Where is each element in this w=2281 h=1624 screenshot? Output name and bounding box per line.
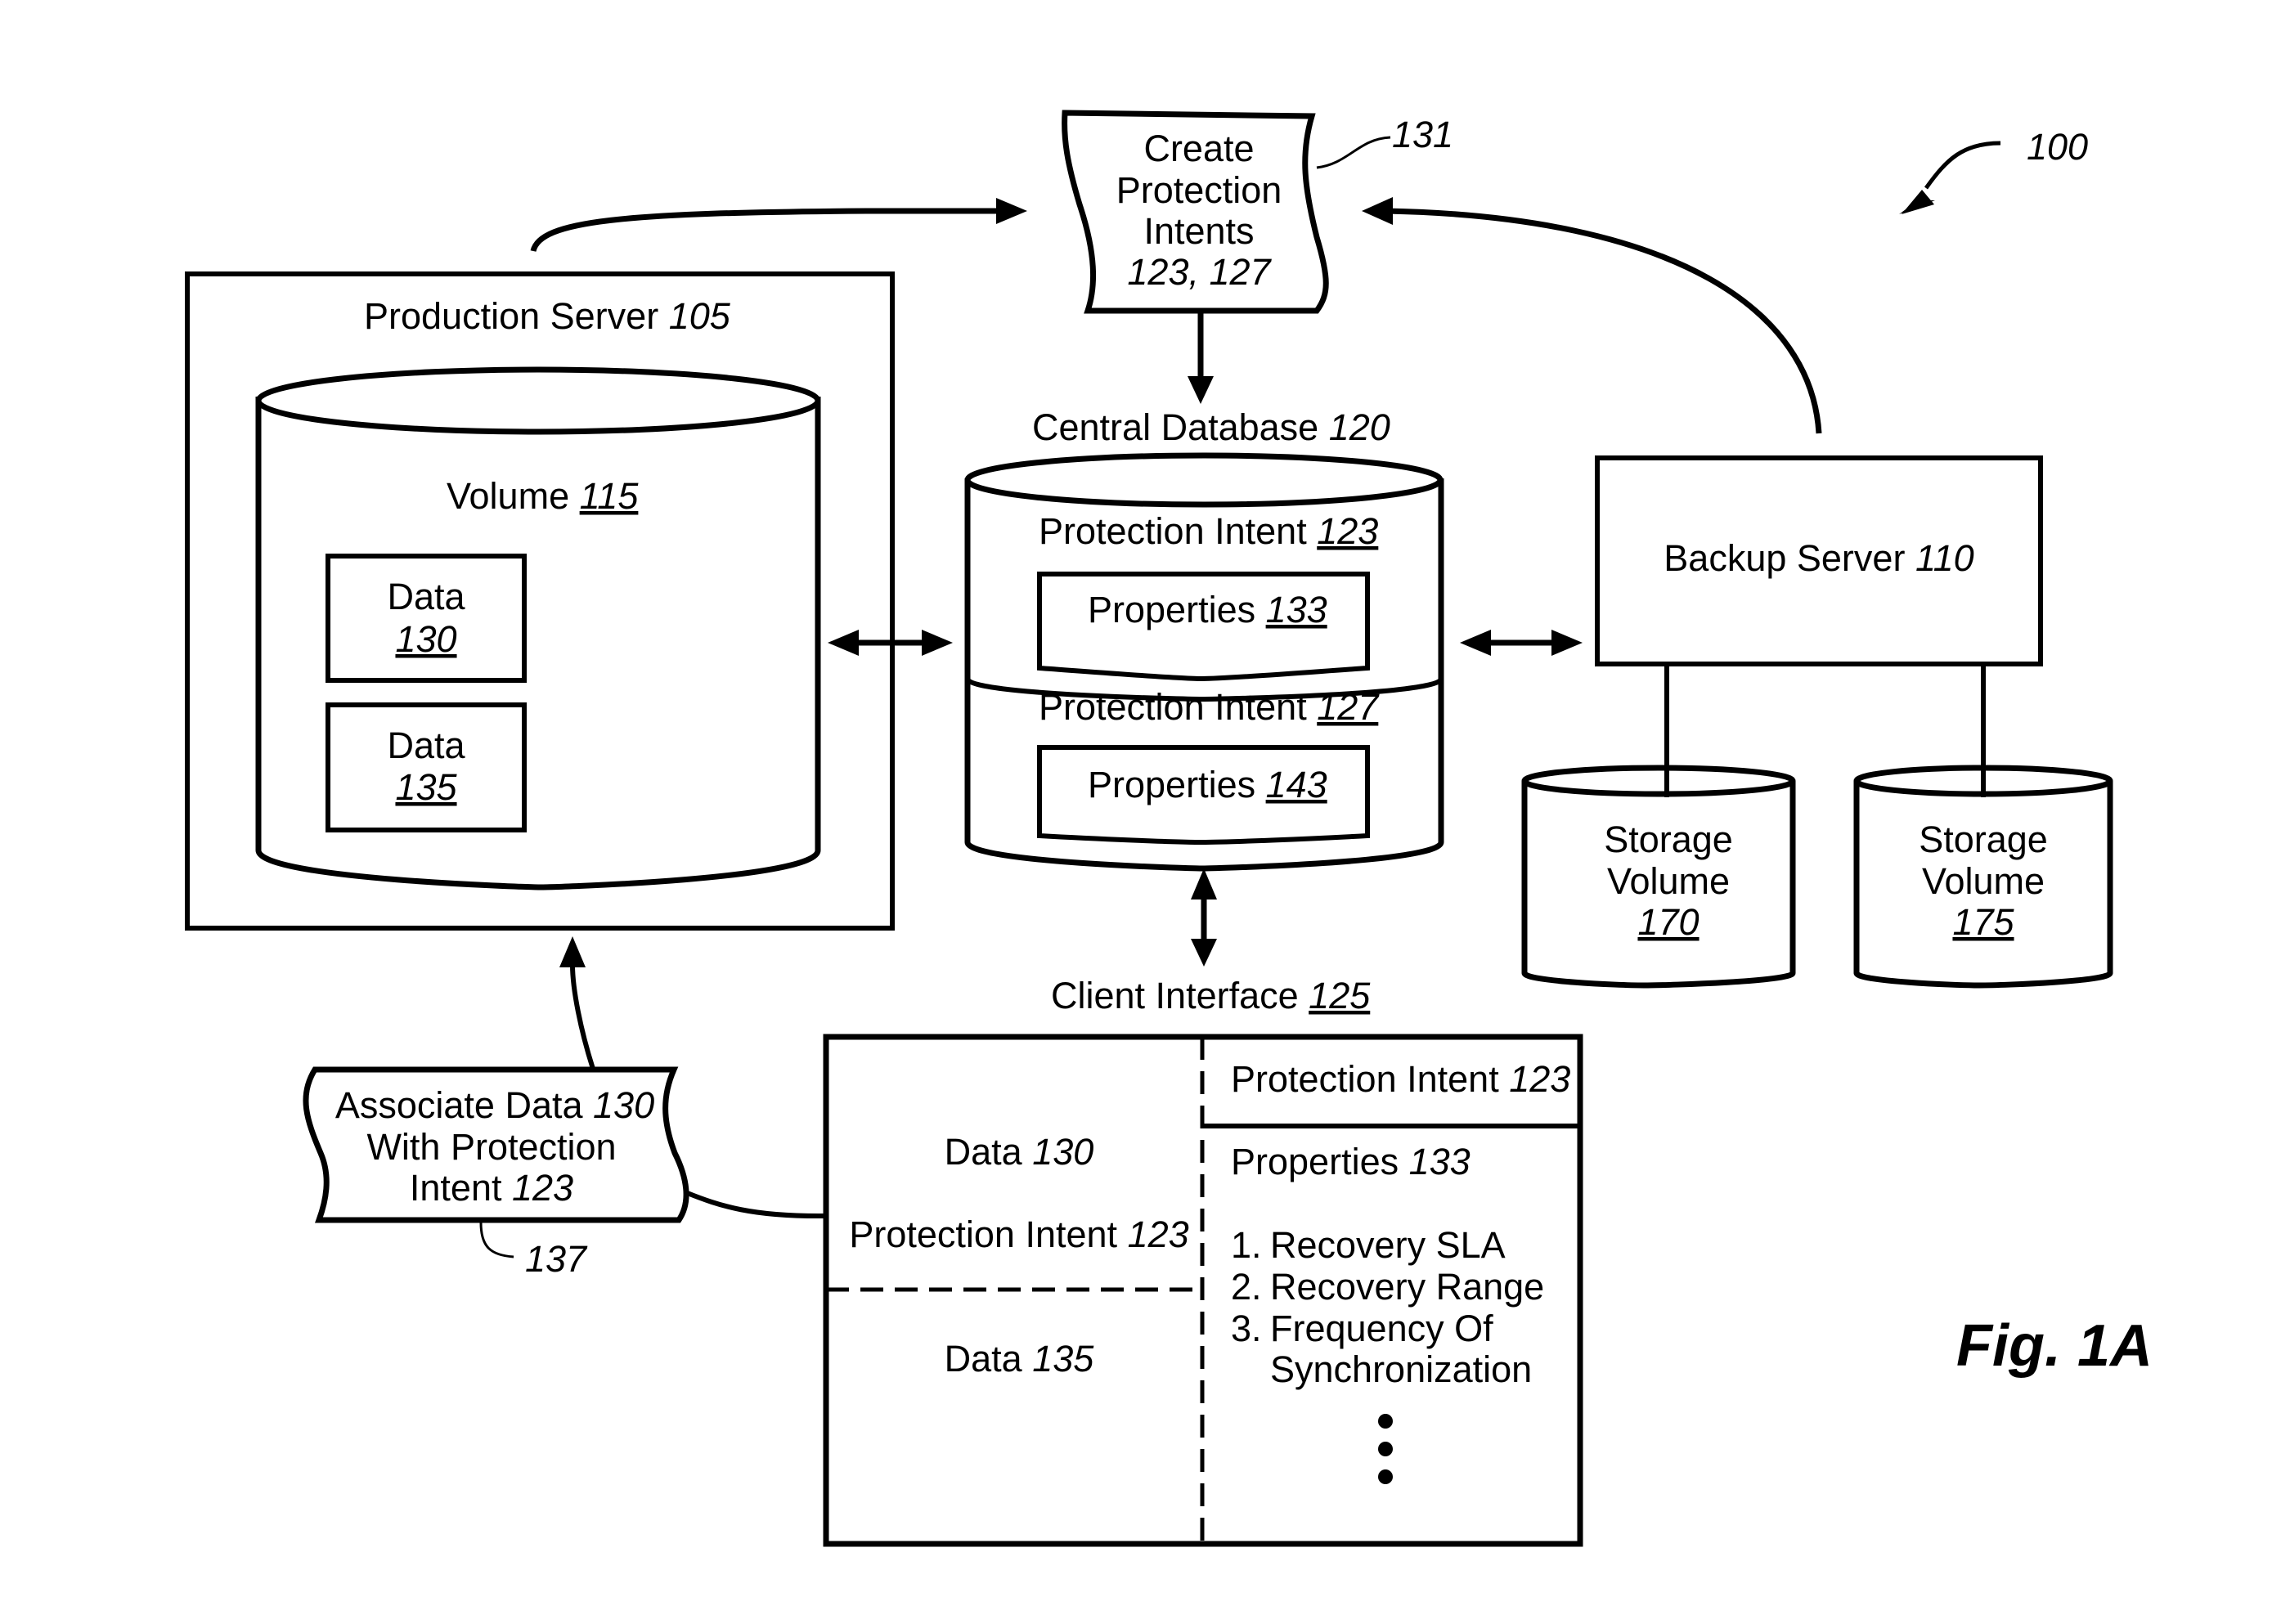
central-database-label: Central Database 120 — [1032, 406, 1390, 448]
storage-volume-170[interactable]: Storage Volume 170 — [1521, 765, 1796, 989]
data-130-label: Data 130 — [945, 1131, 1094, 1173]
arrow-line — [1385, 208, 1822, 434]
property-text: Recovery SLA — [1270, 1224, 1506, 1266]
property-text: Recovery Range — [1270, 1266, 1544, 1308]
create-intents-line1: Create — [1143, 128, 1254, 169]
storage-line2: Volume — [1922, 860, 2045, 902]
property-text: Frequency Of — [1270, 1308, 1493, 1349]
arrow-production-to-create — [530, 198, 1027, 253]
production-server-label: Production Server 105 — [364, 295, 731, 337]
property-text: Synchronization — [1270, 1348, 1532, 1390]
volume-cylinder-top — [255, 366, 821, 435]
data-label: Data — [387, 576, 465, 617]
arrow-associate-to-production — [570, 964, 595, 1070]
properties-label: Properties 143 — [1088, 764, 1327, 805]
storage-cylinder-top — [1521, 765, 1796, 797]
system-ref-label: 100 — [2027, 126, 2088, 168]
property-number: 3. — [1231, 1308, 1262, 1349]
create-intents-line2: Protection — [1116, 169, 1282, 211]
client-row-data-135[interactable]: Data 135 — [945, 1338, 1095, 1380]
data-item-130[interactable]: Data 130 — [326, 554, 527, 683]
storage-line2: Volume — [1607, 860, 1730, 902]
associate-line1: Associate Data 130 — [335, 1084, 654, 1126]
intent-label: Protection Intent 127 — [1039, 686, 1380, 728]
create-intents-callout-ref: 131 — [1392, 114, 1453, 155]
arrowhead-icon — [996, 198, 1027, 224]
arrow-backup-to-create — [1362, 197, 1822, 434]
data-135-label: Data 135 — [945, 1338, 1095, 1380]
property-item[interactable]: 1. Recovery SLA — [1231, 1224, 1506, 1266]
associate-line2: With Protection — [366, 1126, 616, 1168]
arrowhead-icon — [559, 936, 586, 967]
property-item[interactable]: 2. Recovery Range — [1231, 1266, 1544, 1308]
backup-server[interactable]: Backup Server 110 Storage Volume 170 Sto… — [1521, 455, 2113, 989]
protection-intent-123[interactable]: Protection Intent 123 Properties 133 — [1037, 510, 1378, 682]
property-item-continuation: Synchronization — [1270, 1348, 1532, 1390]
data-item-135[interactable]: Data 135 — [326, 702, 527, 832]
arrow-line — [530, 208, 1006, 253]
storage-ref: 175 — [1952, 901, 2014, 943]
data-ref: 135 — [395, 766, 457, 808]
associate-step[interactable]: Associate Data 130 With Protection Inten… — [303, 936, 827, 1280]
arrow-create-to-database — [1188, 313, 1214, 404]
create-intents-line3: Intents — [1143, 210, 1254, 252]
property-item[interactable]: 3. Frequency Of — [1231, 1308, 1493, 1349]
storage-ref: 170 — [1637, 901, 1699, 943]
storage-volume-175[interactable]: Storage Volume 175 — [1853, 765, 2113, 989]
arrowhead-icon — [1362, 197, 1393, 225]
storage-line1: Storage — [1604, 819, 1733, 860]
arrowhead-icon — [1188, 376, 1214, 404]
right-properties-header: Properties 133 — [1231, 1141, 1471, 1182]
create-intents-refs: 123, 127 — [1127, 251, 1272, 293]
data-130-intent: Protection Intent 123 — [849, 1214, 1188, 1255]
arrowhead-icon — [1191, 939, 1217, 967]
backup-server-label: Backup Server 110 — [1664, 537, 1973, 579]
production-server[interactable]: Production Server 105 Volume 115 Data 13… — [185, 271, 895, 931]
volume-label: Volume 115 — [447, 475, 639, 517]
ellipsis-icon — [1378, 1414, 1393, 1484]
client-interface[interactable]: Client Interface 125 Data 130 Protection… — [823, 975, 1583, 1547]
ellipsis-dot — [1378, 1442, 1393, 1456]
arrow-database-backup — [1460, 630, 1583, 656]
protection-intent-127[interactable]: Protection Intent 127 Properties 143 — [1037, 686, 1380, 846]
patent-diagram: 100 Production Server 105 Volume 115 Dat… — [185, 110, 2153, 1547]
property-number: 2. — [1231, 1266, 1262, 1308]
arrowhead-icon — [922, 630, 953, 656]
arrowhead-icon — [1460, 630, 1491, 656]
data-label: Data — [387, 725, 465, 766]
arrowhead-icon — [1551, 630, 1583, 656]
database-cylinder-top — [964, 452, 1444, 508]
associate-line3: Intent 123 — [410, 1167, 573, 1209]
properties-label: Properties 133 — [1088, 589, 1327, 630]
figure-label: Fig. 1A — [1956, 1313, 2153, 1379]
data-ref: 130 — [395, 618, 456, 660]
arrowhead-icon — [1191, 868, 1217, 899]
intent-label: Protection Intent 123 — [1039, 510, 1378, 552]
system-reference-100: 100 — [1899, 126, 2088, 214]
volume-cylinder[interactable]: Volume 115 Data 130 Data 135 — [255, 366, 821, 891]
central-database[interactable]: Central Database 120 Protection Intent 1… — [964, 406, 1444, 872]
property-number: 1. — [1231, 1224, 1262, 1266]
callout-leader — [479, 1222, 514, 1258]
client-interface-label: Client Interface 125 — [1051, 975, 1371, 1016]
ellipsis-dot — [1378, 1469, 1393, 1484]
right-intent-header: Protection Intent 123 — [1231, 1058, 1570, 1100]
reference-arrowhead-icon — [1902, 190, 1934, 214]
arrow-database-client — [1191, 868, 1217, 967]
reference-arrow-icon — [1924, 141, 2001, 190]
storage-line1: Storage — [1919, 819, 2048, 860]
connector-to-client — [684, 1190, 827, 1219]
callout-leader — [1316, 136, 1391, 169]
associate-callout-ref: 137 — [525, 1238, 588, 1280]
ellipsis-dot — [1378, 1414, 1393, 1429]
